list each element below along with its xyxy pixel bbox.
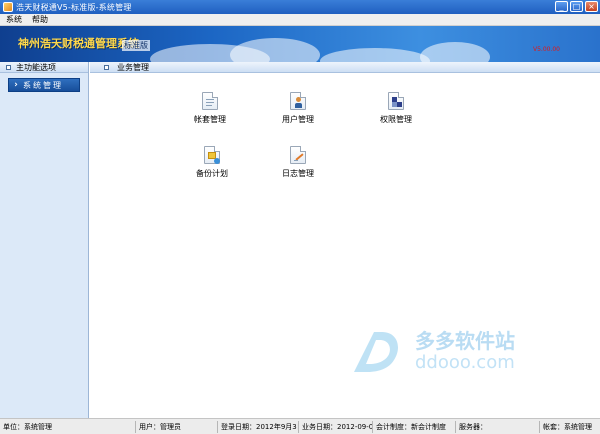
status-user: 用户：管理员 [136,420,218,433]
menu-bar: 系统 帮助 [0,14,600,26]
tile-permission-management[interactable]: 权限管理 [366,92,426,125]
status-unit: 单位：系统管理 [0,420,136,433]
edition-label: 标准版 [122,40,150,51]
sidebar: 主功能选项 › 系统管理 [0,62,89,418]
log-document-icon [290,146,306,164]
watermark-logo [354,332,398,372]
main-header-label: 业务管理 [117,62,149,72]
panel-square-icon [6,64,11,70]
close-button[interactable]: × [585,1,598,12]
version-label: V5.00.00 [532,46,560,53]
document-ledger-icon [202,92,218,110]
cloud-decoration [320,48,430,62]
tile-label: 备份计划 [196,169,228,178]
tile-label: 帐套管理 [194,115,226,124]
banner-title: 神州浩天财税通管理系统 [18,37,139,50]
tile-label: 用户管理 [282,115,314,124]
watermark-url: ddooo.com [415,352,515,373]
main-header: 业务管理 [90,62,600,73]
maximize-button[interactable]: □ [570,1,583,12]
user-document-icon [290,92,306,110]
menu-help[interactable]: 帮助 [32,14,48,25]
tile-account-management[interactable]: 帐套管理 [180,92,240,125]
permission-icon [388,92,404,110]
sidebar-header: 主功能选项 [0,62,88,73]
menu-system[interactable]: 系统 [6,14,22,25]
header-banner: 神州浩天财税通管理系统 标准版 V5.00.00 [0,26,600,62]
status-business-date: 业务日期：2012-09-03 [299,420,373,433]
main-panel: 业务管理 帐套管理 用户管理 权限管理 备份计划 日志管理 多多软件站 ddoo… [90,62,600,418]
cloud-decoration [420,42,490,62]
sidebar-item-system-management[interactable]: › 系统管理 [8,78,80,92]
chevron-right-icon: › [14,80,18,90]
status-server: 服务器： [456,420,540,433]
panel-square-icon [104,64,109,70]
tile-user-management[interactable]: 用户管理 [268,92,328,125]
cloud-decoration [230,38,320,62]
sidebar-item-label: 系统管理 [23,80,63,90]
tile-label: 权限管理 [380,115,412,124]
tile-backup-plan[interactable]: 备份计划 [182,146,242,179]
tile-log-management[interactable]: 日志管理 [268,146,328,179]
status-bar: 单位：系统管理 用户：管理员 登录日期：2012年9月3日星期一 业务日期：20… [0,418,600,434]
window-controls: _ □ × [555,1,598,12]
status-accounting-system: 会计制度：新会计制度 [373,420,456,433]
sidebar-header-label: 主功能选项 [16,62,56,72]
minimize-button[interactable]: _ [555,1,568,12]
tile-label: 日志管理 [282,169,314,178]
status-account: 帐套：系统管理 [543,422,592,431]
status-login-date: 登录日期：2012年9月3日星期一 [218,420,299,433]
backup-document-icon [204,146,220,164]
title-bar: 浩天财税通V5-标准版-系统管理 _ □ × [0,0,600,14]
window-title: 浩天财税通V5-标准版-系统管理 [16,2,132,12]
app-icon [3,2,13,12]
watermark-text: 多多软件站 [415,329,515,353]
